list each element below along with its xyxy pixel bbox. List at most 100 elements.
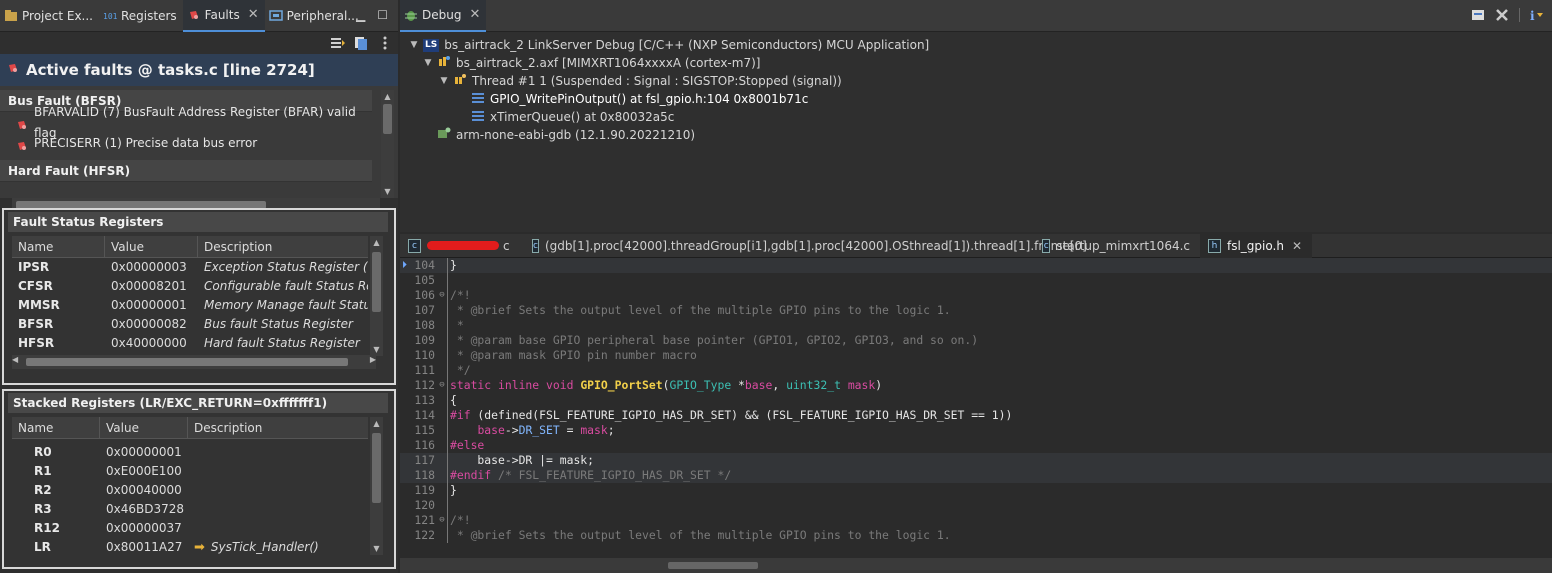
table-row[interactable]: R0 0x00000001 (12, 443, 394, 462)
scroll-thumb[interactable] (372, 252, 381, 312)
tab-label: startup_mimxrt1064.c (1056, 238, 1190, 253)
code-line[interactable]: 114 #if (defined(FSL_FEATURE_IGPIO_HAS_DR… (400, 408, 1552, 423)
scroll-thumb[interactable] (383, 104, 392, 134)
tree-item-process[interactable]: ▼ bs_airtrack_2.axf [MIMXRT1064xxxxA (co… (400, 54, 1552, 72)
tab-debug[interactable]: Debug ✕ (400, 0, 487, 32)
arrange-icon[interactable] (330, 35, 346, 51)
code-line[interactable]: 112 ⊖ static inline void GPIO_PortSet(GPIO… (400, 378, 1552, 393)
expand-arrow-icon[interactable]: ▼ (438, 72, 450, 90)
tree-item-frame-gpio-write[interactable]: GPIO_WritePinOutput() at fsl_gpio.h:104 … (400, 90, 1552, 108)
code-line[interactable]: 117 base->DR |= mask; (400, 453, 1552, 468)
code-line[interactable]: 111 */ (400, 363, 1552, 378)
tab-peripherals[interactable]: Peripheral... (265, 0, 365, 32)
table-row[interactable]: R1 0xE000E100 (12, 462, 394, 481)
code-line[interactable]: 115 base->DR_SET = mask; (400, 423, 1552, 438)
close-icon[interactable]: ✕ (1292, 239, 1302, 253)
tab-project-explorer[interactable]: Project Ex... (0, 0, 99, 32)
fold-icon[interactable]: ⊖ (437, 378, 447, 393)
code-text: * @brief Sets the output level of the mu… (448, 528, 951, 543)
maximize-icon[interactable]: ☐ (377, 8, 388, 22)
register-description (188, 462, 368, 481)
column-header[interactable]: Value (105, 236, 198, 257)
scroll-up-icon[interactable]: ▲ (381, 90, 394, 103)
scroll-up-icon[interactable]: ▲ (370, 236, 383, 249)
table-row[interactable]: R12 0x00000037 (12, 519, 394, 538)
table-row[interactable]: R3 0x46BD3728 (12, 500, 394, 519)
info-menu-icon[interactable]: i (1530, 8, 1546, 25)
editor-hscrollbar[interactable] (400, 558, 1552, 573)
code-line[interactable]: 113 { (400, 393, 1552, 408)
scroll-right-icon[interactable]: ▶ (370, 355, 376, 364)
table-row[interactable]: BFSR 0x00000082 Bus fault Status Registe… (12, 315, 394, 334)
scroll-thumb[interactable] (668, 562, 758, 569)
register-description[interactable]: SysTick_Handler() (211, 538, 319, 557)
fault-section-header[interactable]: Hard Fault (HFSR) (0, 160, 372, 182)
code-line[interactable]: 105 (400, 273, 1552, 288)
close-icon[interactable]: ✕ (248, 7, 259, 22)
editor-tab-startup[interactable]: c startup_mimxrt1064.c (1034, 234, 1200, 258)
column-header[interactable]: Value (100, 417, 188, 438)
tab-registers[interactable]: 101 Registers (99, 0, 183, 32)
column-header[interactable]: Description (198, 236, 368, 257)
table-row[interactable]: R2 0x00040000 (12, 481, 394, 500)
fault-status-scrollbar[interactable]: ▲ ▼ (370, 236, 383, 356)
scroll-up-icon[interactable]: ▲ (370, 417, 383, 430)
fold-icon[interactable]: ⊖ (437, 513, 447, 528)
scroll-down-icon[interactable]: ▼ (381, 185, 394, 198)
column-header[interactable]: Name (12, 417, 100, 438)
tree-item-launch[interactable]: ▼ LS bs_airtrack_2 LinkServer Debug [C/C… (400, 36, 1552, 54)
code-token: } (450, 258, 457, 272)
table-row[interactable]: IPSR 0x00000003 Exception Status Registe… (12, 258, 394, 277)
code-line[interactable]: 108 * (400, 318, 1552, 333)
scroll-thumb[interactable] (372, 433, 381, 503)
code-token: ; (607, 423, 615, 437)
code-line[interactable]: 120 (400, 498, 1552, 513)
code-line[interactable]: 110 * @param mask GPIO pin number macro (400, 348, 1552, 363)
editor-tab-fsl-gpio[interactable]: h fsl_gpio.h ✕ (1200, 233, 1312, 258)
line-number: 115 (414, 423, 435, 437)
code-area[interactable]: ⏵ 104} 105 106 ⊖/*! 107 * @brief Sets the out… (400, 258, 1552, 558)
fault-list-scrollbar[interactable]: ▲ ▼ (381, 90, 394, 198)
table-row[interactable]: HFSR 0x40000000 Hard fault Status Regist… (12, 334, 394, 353)
code-token: * (450, 318, 464, 332)
table-row[interactable]: CFSR 0x00008201 Configurable fault Statu… (12, 277, 394, 296)
code-line[interactable]: 109 * @param base GPIO peripheral base p… (400, 333, 1552, 348)
column-header[interactable]: Name (12, 236, 105, 257)
view-menu-icon[interactable] (377, 35, 393, 51)
tree-item-frame-xtimerqueue[interactable]: xTimerQueue() at 0x80032a5c (400, 108, 1552, 126)
editor-tab-gdb-frame[interactable]: c (gdb[1].proc[42000].threadGroup[i1],gd… (524, 234, 1087, 258)
close-icon[interactable]: ✕ (469, 7, 480, 22)
code-line[interactable]: 106 ⊖/*! (400, 288, 1552, 303)
table-row[interactable]: LR 0x80011A27 ➡ SysTick_Handler() (12, 538, 394, 557)
code-line[interactable]: 121 ⊖/*! (400, 513, 1552, 528)
table-row[interactable]: MMSR 0x00000001 Memory Manage fault Stat… (12, 296, 394, 315)
tree-item-label: bs_airtrack_2.axf [MIMXRT1064xxxxA (cort… (456, 56, 761, 70)
code-line[interactable]: 122 * @brief Sets the output level of th… (400, 528, 1552, 543)
column-header[interactable]: Description (188, 417, 368, 438)
scroll-left-icon[interactable]: ◀ (12, 355, 18, 364)
minimize-icon[interactable]: ▁ (356, 8, 365, 22)
expand-arrow-icon[interactable]: ▼ (408, 36, 420, 54)
expand-arrow-icon[interactable]: ▼ (422, 54, 434, 72)
tree-item-gdb[interactable]: arm-none-eabi-gdb (12.1.90.20221210) (400, 126, 1552, 144)
fault-item-bfarvalid[interactable]: BFARVALID (7) BusFault Address Register … (0, 105, 372, 140)
code-line[interactable]: 118 #endif /* FSL_FEATURE_IGPIO_HAS_DR_SE… (400, 468, 1552, 483)
scroll-thumb[interactable] (26, 358, 348, 366)
register-description: Configurable fault Status Regi... (204, 279, 368, 293)
editor-tab-redacted[interactable]: c c (400, 234, 524, 258)
copy-icon[interactable] (353, 35, 369, 51)
stacked-registers-scrollbar[interactable]: ▲ ▼ (370, 417, 383, 555)
code-line[interactable]: ⏵ 104} (400, 258, 1552, 273)
remove-launches-icon[interactable] (1495, 8, 1509, 25)
fold-icon[interactable]: ⊖ (437, 288, 447, 303)
collapse-all-icon[interactable] (1471, 8, 1485, 25)
tab-faults[interactable]: Faults ✕ (182, 0, 265, 32)
code-line[interactable]: 116 #else (400, 438, 1552, 453)
code-line[interactable]: 119} (400, 483, 1552, 498)
fault-status-hscrollbar[interactable]: ◀ ▶ (12, 355, 376, 369)
scroll-down-icon[interactable]: ▼ (370, 542, 383, 555)
fold-gutter (437, 498, 447, 513)
code-line[interactable]: 107 * @brief Sets the output level of th… (400, 303, 1552, 318)
code-token: #endif (450, 468, 492, 482)
tree-item-thread[interactable]: ▼ Thread #1 1 (Suspended : Signal : SIGS… (400, 72, 1552, 90)
